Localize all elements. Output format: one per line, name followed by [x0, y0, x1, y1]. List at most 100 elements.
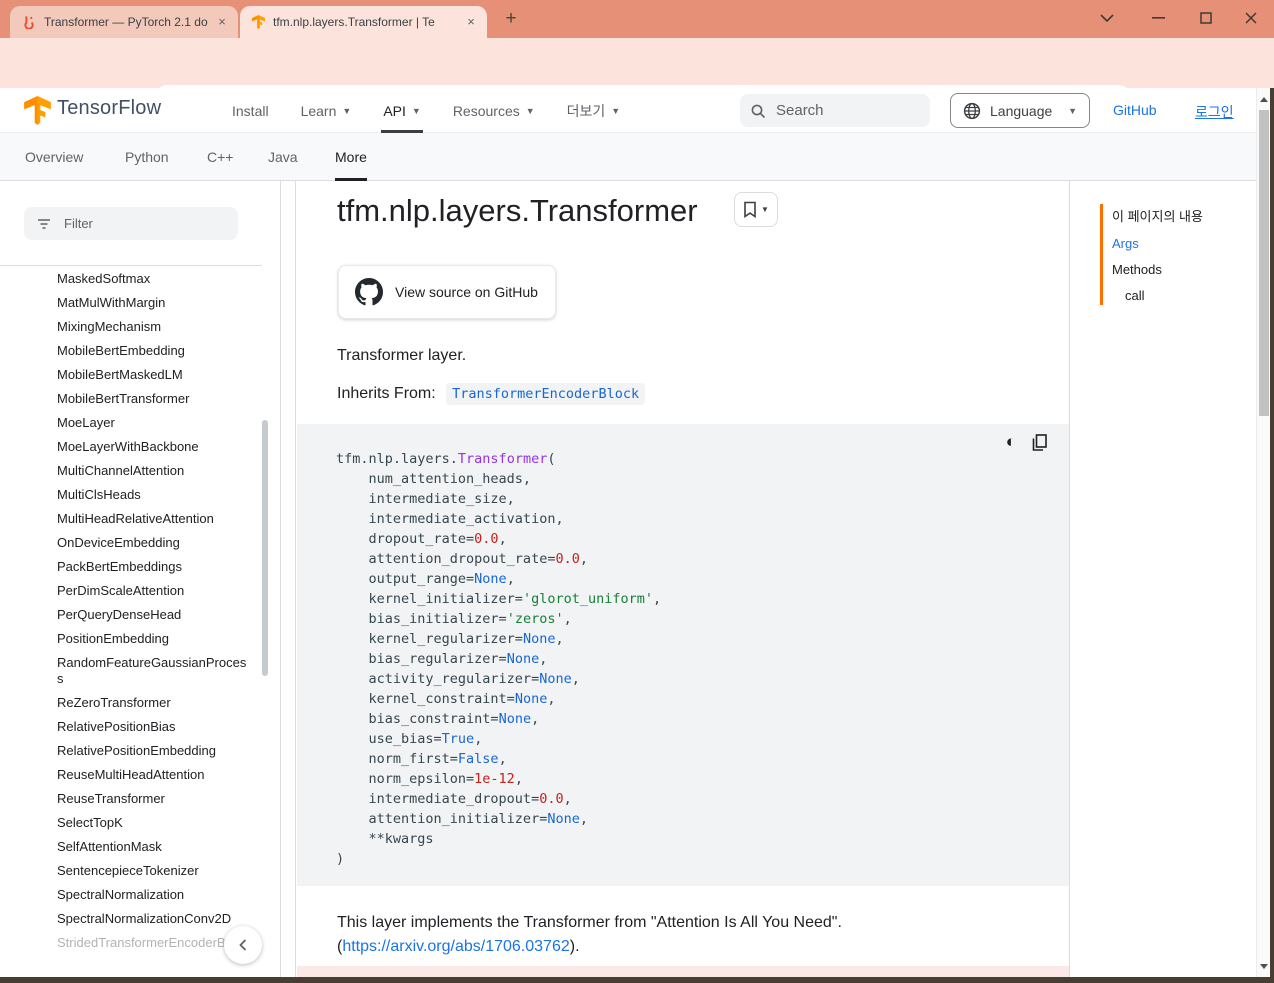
dark-mode-toggle-icon[interactable]: ◐: [1006, 432, 1016, 452]
sidebar-item[interactable]: MoeLayer: [0, 411, 280, 435]
site-nav-label: Install: [232, 102, 269, 119]
sidebar-item[interactable]: ReuseTransformer: [0, 787, 280, 811]
desktop-edge-bottom: [0, 977, 1274, 983]
filter-icon: [36, 217, 52, 231]
toc-item-methods[interactable]: Methods: [1112, 262, 1203, 277]
arxiv-link[interactable]: https://arxiv.org/abs/1706.03762: [342, 938, 569, 955]
copy-code-icon[interactable]: [1032, 433, 1047, 451]
summary-text: Transformer layer.: [337, 347, 467, 364]
desktop-edge-right: [1270, 88, 1274, 983]
inherits-link[interactable]: TransformerEncoderBlock: [446, 383, 646, 405]
scroll-down-icon[interactable]: [1257, 959, 1270, 973]
toc-item-args[interactable]: Args: [1112, 236, 1203, 251]
site-nav: Install Learn ▼ API ▼ Resources ▼ 더보기 ▼: [230, 88, 622, 133]
sidebar: MaskedSoftmaxMatMulWithMarginMixingMecha…: [0, 181, 281, 977]
chevron-left-icon: [239, 939, 247, 951]
bookmark-icon: [744, 201, 756, 218]
view-source-github-button[interactable]: View source on GitHub: [338, 265, 556, 319]
content-card: tfm.nlp.layers.Transformer ▼ View source…: [295, 181, 1070, 977]
bookmark-button[interactable]: ▼: [734, 192, 778, 227]
filter-box[interactable]: [24, 207, 238, 240]
browser-chrome: Transformer — PyTorch 2.1 doc × tfm.nlp.la…: [0, 0, 1274, 117]
site-nav-item[interactable]: Learn ▼: [299, 88, 354, 133]
sidebar-item[interactable]: MobileBertTransformer: [0, 387, 280, 411]
filter-input[interactable]: [64, 216, 214, 231]
language-button[interactable]: Language ▼: [950, 93, 1090, 128]
sidebar-nav-list: MaskedSoftmax MatMulWithMargin MixingMecha…: [0, 267, 280, 955]
sidebar-item[interactable]: MixingMechanism: [0, 315, 280, 339]
args-table-header-strip: [297, 966, 1069, 977]
sidebar-item[interactable]: MobileBertEmbedding: [0, 339, 280, 363]
sidebar-item[interactable]: MatMulWithMargin: [0, 291, 280, 315]
site-nav-label: Learn: [300, 102, 337, 119]
tab-title: Transformer — PyTorch 2.1 doc: [44, 15, 208, 29]
sidebar-item[interactable]: RandomFeatureGaussianProcess: [0, 651, 280, 691]
chevron-down-icon: ▼: [342, 105, 352, 116]
github-octocat-icon: [355, 278, 383, 306]
chevron-down-icon: ▼: [411, 105, 421, 116]
sidebar-item[interactable]: PositionEmbedding: [0, 627, 280, 651]
doc-tab-java[interactable]: Java: [268, 133, 298, 181]
sidebar-item[interactable]: SelectTopK: [0, 811, 280, 835]
page-scrollbar[interactable]: [1256, 88, 1270, 977]
scroll-up-icon[interactable]: [1257, 92, 1270, 106]
sidebar-item[interactable]: OnDeviceEmbedding: [0, 531, 280, 555]
tab-close-icon[interactable]: ×: [463, 14, 479, 30]
site-nav-item[interactable]: API ▼: [381, 88, 423, 133]
page-scrollbar-thumb[interactable]: [1259, 110, 1269, 416]
sidebar-item[interactable]: PerDimScaleAttention: [0, 579, 280, 603]
doc-tab-c[interactable]: C++: [207, 133, 233, 181]
sidebar-item[interactable]: ReuseMultiHeadAttention: [0, 763, 280, 787]
tab-close-icon[interactable]: ×: [214, 14, 230, 30]
sidebar-collapse-button[interactable]: [224, 926, 262, 964]
browser-tab[interactable]: tfm.nlp.layers.Transformer | Te ×: [240, 6, 487, 38]
code-block: ◐ tfm.nlp.layers.Transformer( num_attent…: [297, 424, 1069, 886]
chevron-down-icon: ▼: [525, 105, 535, 116]
sidebar-item[interactable]: SentencepieceTokenizer: [0, 859, 280, 883]
doc-tab-more[interactable]: More: [335, 133, 367, 181]
sidebar-item[interactable]: MaskedSoftmax: [0, 267, 280, 291]
webpage: TensorFlow Install Learn ▼ API ▼ Resources ▼ 더보…: [0, 88, 1270, 977]
tab-search-chevron-icon[interactable]: [1092, 4, 1122, 32]
sidebar-item[interactable]: RelativePositionBias: [0, 715, 280, 739]
doc-tab-bar: Overview Python C++ Java More: [0, 133, 1270, 181]
sidebar-divider: [0, 265, 262, 266]
doc-tab-python[interactable]: Python: [125, 133, 169, 181]
sidebar-item[interactable]: MoeLayerWithBackbone: [0, 435, 280, 459]
chevron-down-icon: ▼: [611, 105, 621, 116]
sidebar-item[interactable]: PackBertEmbeddings: [0, 555, 280, 579]
globe-icon: [963, 102, 981, 120]
sidebar-item[interactable]: SelfAttentionMask: [0, 835, 280, 859]
chevron-down-icon: ▼: [761, 205, 769, 214]
site-nav-item[interactable]: 더보기 ▼: [565, 88, 623, 133]
search-input[interactable]: [776, 102, 906, 119]
close-window-button[interactable]: [1236, 4, 1266, 32]
brand-title[interactable]: TensorFlow: [57, 97, 161, 120]
toc-title: 이 페이지의 내용: [1112, 209, 1203, 224]
browser-tab[interactable]: Transformer — PyTorch 2.1 doc ×: [10, 6, 238, 38]
site-nav-label: 더보기: [566, 102, 606, 119]
sidebar-scrollbar-thumb[interactable]: [262, 420, 268, 676]
tensorflow-logo-icon[interactable]: [24, 96, 51, 125]
sidebar-item[interactable]: MultiClsHeads: [0, 483, 280, 507]
github-link[interactable]: GitHub: [1113, 102, 1157, 118]
search-box[interactable]: [740, 94, 930, 127]
description-line1: This layer implements the Transformer fr…: [337, 914, 842, 931]
sidebar-item[interactable]: MobileBertMaskedLM: [0, 363, 280, 387]
site-nav-item[interactable]: Resources ▼: [451, 88, 537, 133]
sidebar-item[interactable]: MultiHeadRelativeAttention: [0, 507, 280, 531]
maximize-button[interactable]: [1191, 4, 1221, 32]
sidebar-item[interactable]: SpectralNormalization: [0, 883, 280, 907]
minimize-button[interactable]: [1143, 4, 1173, 32]
toc-item-call[interactable]: call: [1112, 288, 1203, 303]
inherits-label: Inherits From:: [337, 385, 436, 402]
sidebar-item[interactable]: RelativePositionEmbedding: [0, 739, 280, 763]
login-link[interactable]: 로그인: [1195, 102, 1234, 122]
sidebar-item[interactable]: ReZeroTransformer: [0, 691, 280, 715]
new-tab-button[interactable]: +: [499, 8, 523, 32]
sidebar-item[interactable]: MultiChannelAttention: [0, 459, 280, 483]
sidebar-item[interactable]: PerQueryDenseHead: [0, 603, 280, 627]
code-signature: tfm.nlp.layers.Transformer( num_attentio…: [336, 451, 662, 867]
doc-tab-overview[interactable]: Overview: [25, 133, 83, 181]
site-nav-item[interactable]: Install: [230, 88, 271, 133]
